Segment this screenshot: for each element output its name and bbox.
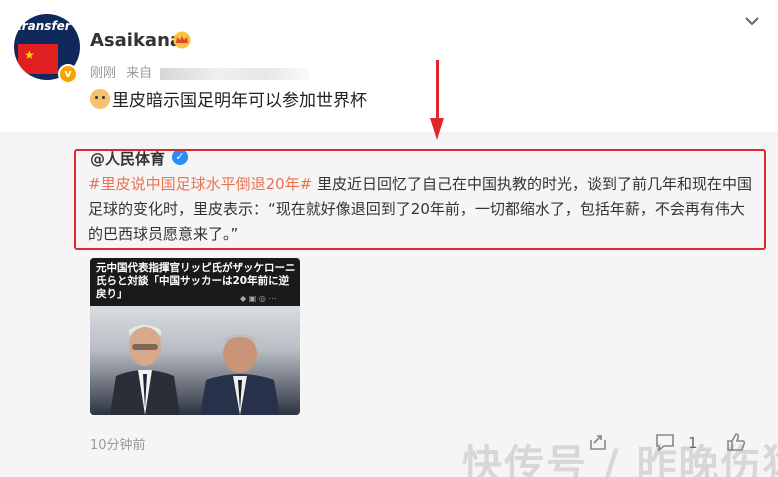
person-figure [110, 325, 180, 415]
share-button[interactable] [588, 432, 608, 454]
post-text-content: 里皮暗示国足明年可以参加世界杯 [112, 91, 367, 111]
annotation-arrow [430, 60, 444, 140]
like-button[interactable] [725, 432, 747, 454]
blurred-source [160, 67, 311, 80]
weibo-post: transfer markt ★ v Asaikana 刚刚 来自 里皮暗示国足… [0, 0, 778, 132]
post-source-label: 来自 [126, 66, 153, 81]
image-overlay-icons: ◆ ▣ ◎ ⋯ [240, 294, 277, 303]
comment-count: 1 [688, 434, 698, 452]
crown-icon [173, 31, 191, 49]
repost-timestamp: 10分钟前 [90, 438, 146, 453]
comment-button[interactable] [654, 432, 676, 454]
highlight-box [74, 149, 766, 250]
post-time: 刚刚 [90, 66, 117, 81]
share-icon [590, 435, 606, 450]
post-meta: 刚刚 来自 [90, 62, 311, 81]
post-text: 里皮暗示国足明年可以参加世界杯 [90, 86, 367, 111]
repost-image[interactable]: 元中国代表指揮官リッピ氏がザッケローニ氏らと対談「中国サッカーは20年前に逆戻り… [90, 258, 300, 415]
comment-icon [656, 434, 674, 452]
repost-card[interactable]: @人民体育 ✓ #里皮说中国足球水平倒退20年# 里皮近日回忆了自己在中国执教的… [0, 132, 778, 477]
flag-star-icon: ★ [24, 48, 35, 62]
doge-emoji-icon [90, 89, 110, 109]
person-figure [200, 334, 280, 415]
like-icon [727, 433, 746, 451]
username[interactable]: Asaikana [90, 30, 182, 51]
verified-badge-icon: v [58, 64, 78, 84]
chevron-down-icon[interactable] [742, 14, 762, 28]
avatar-brand-text: transfer markt [16, 19, 80, 33]
